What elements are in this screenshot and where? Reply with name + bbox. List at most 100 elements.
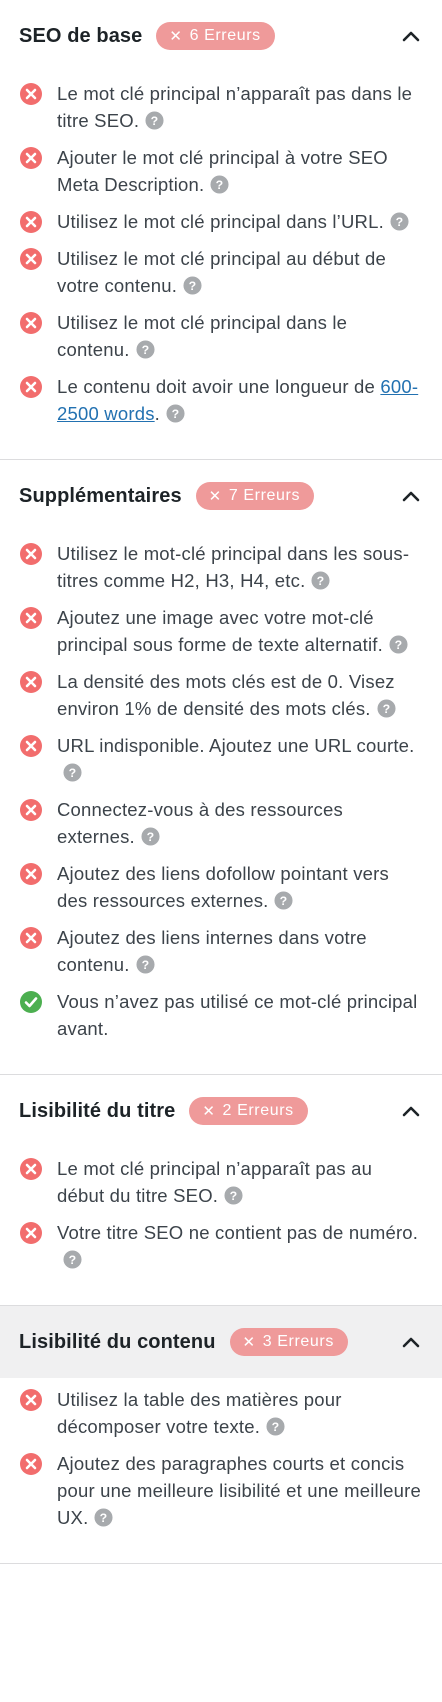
list-item: URL indisponible. Ajoutez une URL courte… (19, 732, 422, 786)
check-text: URL indisponible. Ajoutez une URL courte… (57, 732, 422, 786)
chevron-up-icon[interactable] (400, 1100, 422, 1122)
question-circle-icon[interactable]: ? (141, 826, 160, 846)
check-message: Le mot clé principal n’apparaît pas au d… (57, 1158, 373, 1206)
x-circle-icon (19, 670, 43, 694)
svg-text:?: ? (69, 1253, 77, 1267)
svg-text:?: ? (230, 1189, 238, 1203)
section-2: Lisibilité du titre ✕ 2 Erreurs Le mot clé … (0, 1075, 442, 1306)
check-circle-icon (19, 990, 43, 1014)
x-circle-icon (19, 1157, 43, 1181)
question-circle-icon[interactable]: ? (145, 110, 164, 130)
list-item: Le contenu doit avoir une longueur de 60… (19, 373, 422, 427)
section-header[interactable]: Lisibilité du titre ✕ 2 Erreurs (0, 1075, 442, 1147)
list-item: Votre titre SEO ne contient pas de numér… (19, 1219, 422, 1273)
x-circle-icon (19, 862, 43, 886)
question-circle-icon[interactable]: ? (183, 275, 202, 295)
list-item: Ajoutez des liens internes dans votre co… (19, 924, 422, 978)
question-circle-icon[interactable]: ? (136, 954, 155, 974)
svg-text:?: ? (189, 279, 197, 293)
question-circle-icon[interactable]: ? (94, 1507, 113, 1527)
check-text: Utilisez le mot clé principal dans l’URL… (57, 208, 409, 235)
question-circle-icon[interactable]: ? (377, 698, 396, 718)
list-item: Vous n’avez pas utilisé ce mot-clé princ… (19, 988, 422, 1042)
check-message: Utilisez le mot clé principal dans le co… (57, 312, 348, 360)
check-message: Le contenu doit avoir une longueur de (57, 376, 381, 397)
list-item: Utilisez le mot clé principal au début d… (19, 245, 422, 299)
section-1: Supplémentaires ✕ 7 Erreurs Utilisez le mot… (0, 460, 442, 1075)
question-circle-icon[interactable]: ? (210, 174, 229, 194)
section-title: SEO de base (19, 24, 143, 47)
section-header[interactable]: Lisibilité du contenu ✕ 3 Erreurs (0, 1306, 442, 1378)
seo-analysis-panel: SEO de base ✕ 6 Erreurs Le mot clé principa… (0, 0, 442, 1564)
section-header[interactable]: Supplémentaires ✕ 7 Erreurs (0, 460, 442, 532)
check-text: Le mot clé principal n’apparaît pas dans… (57, 80, 422, 134)
svg-text:?: ? (396, 215, 404, 229)
error-count-badge: ✕ 3 Erreurs (229, 1328, 348, 1356)
chevron-up-icon[interactable] (400, 1331, 422, 1353)
svg-text:?: ? (280, 894, 288, 908)
svg-text:?: ? (141, 958, 149, 972)
list-item: Ajoutez des paragraphes courts et concis… (19, 1450, 422, 1531)
list-item: Utilisez le mot clé principal dans l’URL… (19, 208, 422, 235)
check-message-end: . (154, 403, 160, 424)
x-circle-icon (19, 311, 43, 335)
section-title: Lisibilité du contenu (19, 1330, 216, 1353)
check-text: Utilisez la table des matières pour déco… (57, 1386, 422, 1440)
list-item: Ajoutez une image avec votre mot-clé pri… (19, 604, 422, 658)
x-circle-icon (19, 926, 43, 950)
section-title: Supplémentaires (19, 484, 182, 507)
section-title: Lisibilité du titre (19, 1099, 176, 1122)
svg-text:?: ? (395, 638, 403, 652)
question-circle-icon[interactable]: ? (311, 570, 330, 590)
x-circle-icon (19, 247, 43, 271)
question-circle-icon[interactable]: ? (63, 1249, 82, 1269)
badge-label: 3 Erreurs (262, 1333, 334, 1350)
check-text: Utilisez le mot clé principal dans le co… (57, 309, 422, 363)
x-circle-icon (19, 1221, 43, 1245)
question-circle-icon[interactable]: ? (266, 1416, 285, 1436)
x-circle-icon (19, 798, 43, 822)
badge-label: 6 Erreurs (189, 27, 261, 44)
chevron-up-icon[interactable] (400, 485, 422, 507)
list-item: Utilisez la table des matières pour déco… (19, 1386, 422, 1440)
check-text: Utilisez le mot clé principal au début d… (57, 245, 422, 299)
section-0: SEO de base ✕ 6 Erreurs Le mot clé principa… (0, 0, 442, 460)
question-circle-icon[interactable]: ? (136, 339, 155, 359)
check-message: Ajoutez des liens dofollow pointant vers… (57, 863, 389, 911)
check-message: Utilisez le mot clé principal au début d… (57, 248, 387, 296)
section-3: Lisibilité du contenu ✕ 3 Erreurs Utilisez … (0, 1306, 442, 1564)
question-circle-icon[interactable]: ? (274, 890, 294, 910)
check-text: Ajoutez des paragraphes courts et concis… (57, 1450, 422, 1531)
close-icon: ✕ (208, 488, 222, 505)
x-circle-icon (19, 82, 43, 106)
check-list: Utilisez le mot-clé principal dans les s… (0, 532, 442, 1074)
check-text: Utilisez le mot-clé principal dans les s… (57, 540, 422, 594)
check-message: Connectez-vous à des ressources externes… (57, 799, 343, 847)
check-text: Ajoutez des liens dofollow pointant vers… (57, 860, 422, 914)
close-icon: ✕ (242, 1334, 256, 1351)
list-item: Utilisez le mot clé principal dans le co… (19, 309, 422, 363)
question-circle-icon[interactable]: ? (63, 762, 82, 782)
check-message: Utilisez le mot clé principal dans l’URL… (57, 211, 384, 232)
svg-text:?: ? (317, 574, 325, 588)
x-circle-icon (19, 146, 43, 170)
check-message: Votre titre SEO ne contient pas de numér… (57, 1222, 419, 1243)
svg-text:?: ? (141, 343, 149, 357)
check-text: Vous n’avez pas utilisé ce mot-clé princ… (57, 988, 422, 1042)
check-message: Utilisez la table des matières pour déco… (57, 1389, 342, 1437)
question-circle-icon[interactable]: ? (166, 403, 185, 423)
check-list: Le mot clé principal n’apparaît pas dans… (0, 72, 442, 459)
svg-text:?: ? (272, 1420, 280, 1434)
list-item: Utilisez le mot-clé principal dans les s… (19, 540, 422, 594)
check-text: Ajouter le mot clé principal à votre SEO… (57, 144, 422, 198)
question-circle-icon[interactable]: ? (224, 1185, 243, 1205)
check-message: La densité des mots clés est de 0. Visez… (57, 671, 395, 719)
question-circle-icon[interactable]: ? (389, 634, 408, 654)
x-circle-icon (19, 210, 43, 234)
section-header[interactable]: SEO de base ✕ 6 Erreurs (0, 0, 442, 72)
question-circle-icon[interactable]: ? (390, 211, 409, 231)
chevron-up-icon[interactable] (400, 25, 422, 47)
check-message: Vous n’avez pas utilisé ce mot-clé princ… (57, 991, 418, 1039)
check-text: Le contenu doit avoir une longueur de 60… (57, 373, 422, 427)
list-item: Le mot clé principal n’apparaît pas au d… (19, 1155, 422, 1209)
